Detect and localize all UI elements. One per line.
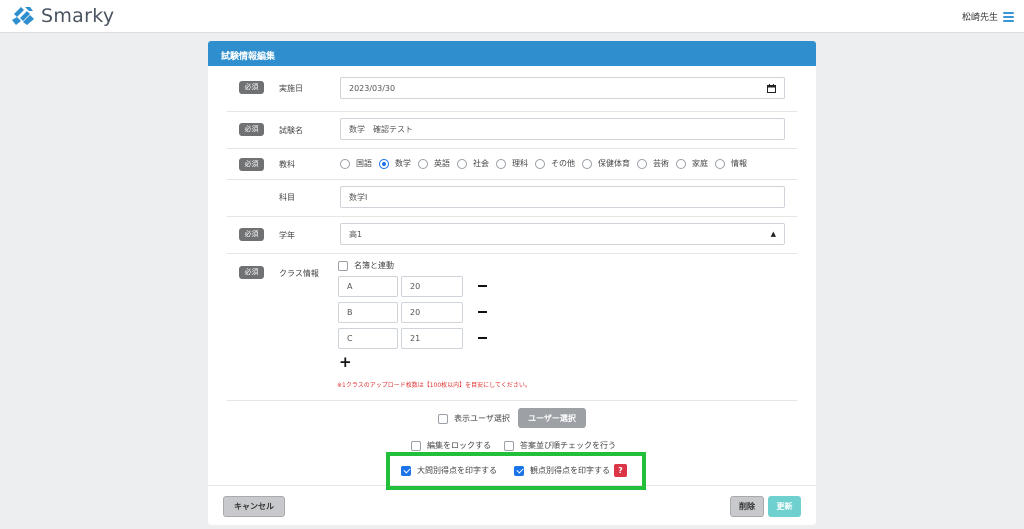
card-title: 試験情報編集 xyxy=(208,41,816,66)
subject-option-rika[interactable]: 理科 xyxy=(496,158,528,169)
subject-label: 教科 xyxy=(279,160,295,169)
lock-edit-checkbox[interactable] xyxy=(411,440,421,451)
calendar-icon[interactable] xyxy=(767,83,776,93)
grade-value: 高1 xyxy=(349,229,363,239)
radio-button[interactable] xyxy=(379,158,389,169)
required-badge: 必須 xyxy=(239,123,264,136)
course-label: 科目 xyxy=(279,193,295,202)
date-value: 2023/03/30 xyxy=(349,83,396,93)
answer-order-check-option[interactable]: 答案並び順チェックを行う xyxy=(504,440,616,451)
radio-button[interactable] xyxy=(535,158,545,169)
required-badge: 必須 xyxy=(239,266,264,279)
class-info-label: クラス情報 xyxy=(279,269,319,278)
subject-option-sonota[interactable]: その他 xyxy=(535,158,575,169)
display-user-select-option[interactable]: 表示ユーザ選択 xyxy=(438,413,510,424)
exam-name-label: 試験名 xyxy=(279,126,303,135)
remove-class-icon[interactable] xyxy=(478,337,487,339)
course-row: 科目 数学Ⅰ xyxy=(227,180,797,217)
update-button[interactable]: 更新 xyxy=(768,496,801,517)
radio-button[interactable] xyxy=(715,158,725,169)
subject-option-eigo[interactable]: 英語 xyxy=(418,158,450,169)
cancel-button[interactable]: キャンセル xyxy=(223,496,285,517)
grade-select[interactable]: 高1 ▲︎ xyxy=(340,223,785,245)
required-badge: 必須 xyxy=(239,158,264,171)
upload-limit-note: ※1クラスのアップロード枚数は【100枚以内】を目安にしてください。 xyxy=(337,382,531,389)
radio-button[interactable] xyxy=(418,158,428,169)
date-label: 実施日 xyxy=(279,84,303,93)
subject-radio-group: 国語 数学 英語 社会 理科 その他 保健体育 芸術 家庭 情報 xyxy=(340,158,754,169)
user-select-button[interactable]: ユーザー選択 xyxy=(518,408,586,428)
radio-button[interactable] xyxy=(496,158,506,169)
grade-label: 学年 xyxy=(279,231,295,240)
hamburger-menu-icon[interactable] xyxy=(1003,11,1014,22)
course-value: 数学Ⅰ xyxy=(349,192,368,202)
exam-name-input[interactable]: 数学 確認テスト xyxy=(340,118,785,140)
link-roster-label: 名簿と連動 xyxy=(354,261,394,270)
subject-option-geijutsu[interactable]: 芸術 xyxy=(637,158,669,169)
subject-option-sugaku[interactable]: 数学 xyxy=(379,158,411,169)
lock-edit-label: 編集をロックする xyxy=(427,441,491,450)
user-name: 松崎先生 xyxy=(961,13,998,23)
date-row: 必須 実施日 2023/03/30 xyxy=(227,71,797,112)
brand-name: Smarky xyxy=(41,5,115,27)
exam-name-value: 数学 確認テスト xyxy=(349,124,413,134)
lock-edit-option[interactable]: 編集をロックする xyxy=(411,440,491,451)
class-name-input[interactable]: B xyxy=(338,302,398,323)
subject-option-joho[interactable]: 情報 xyxy=(715,158,747,169)
radio-button[interactable] xyxy=(457,158,467,169)
link-roster-option[interactable]: 名簿と連動 xyxy=(338,260,394,271)
class-count-input[interactable]: 21 xyxy=(401,328,463,349)
subject-option-katei[interactable]: 家庭 xyxy=(676,158,708,169)
link-roster-checkbox[interactable] xyxy=(338,260,348,271)
select-arrows-icon: ▲︎ xyxy=(770,230,776,238)
display-user-select-checkbox[interactable] xyxy=(438,413,448,424)
radio-button[interactable] xyxy=(637,158,647,169)
class-info-row: 必須 クラス情報 名簿と連動 A 20 B 20 C 21 + ※1クラスのアッ… xyxy=(227,254,797,401)
class-name-input[interactable]: C xyxy=(338,328,398,349)
class-count-input[interactable]: 20 xyxy=(401,276,463,297)
subject-row: 必須 教科 国語 数学 英語 社会 理科 その他 保健体育 芸術 家庭 情報 xyxy=(227,149,797,180)
class-name-input[interactable]: A xyxy=(338,276,398,297)
exam-name-row: 必須 試験名 数学 確認テスト xyxy=(227,112,797,149)
subject-option-kokugo[interactable]: 国語 xyxy=(340,158,372,169)
highlight-box xyxy=(386,452,646,490)
display-user-select-label: 表示ユーザ選択 xyxy=(454,414,510,423)
remove-class-icon[interactable] xyxy=(478,285,487,287)
delete-button[interactable]: 削除 xyxy=(730,496,764,517)
logo[interactable]: Smarky xyxy=(10,5,114,27)
answer-order-check-label: 答案並び順チェックを行う xyxy=(520,441,616,450)
course-input[interactable]: 数学Ⅰ xyxy=(340,186,785,208)
add-class-icon[interactable]: + xyxy=(339,355,352,370)
class-count-input[interactable]: 20 xyxy=(401,302,463,323)
radio-button[interactable] xyxy=(676,158,686,169)
smarky-logo-icon xyxy=(12,7,34,25)
answer-order-check-checkbox[interactable] xyxy=(504,440,514,451)
grade-row: 必須 学年 高1 ▲︎ xyxy=(227,217,797,254)
subject-option-hoken[interactable]: 保健体育 xyxy=(582,158,630,169)
subject-option-shakai[interactable]: 社会 xyxy=(457,158,489,169)
required-badge: 必須 xyxy=(239,228,264,241)
required-badge: 必須 xyxy=(239,81,264,94)
user-menu[interactable]: 松崎先生 xyxy=(962,10,1014,23)
radio-button[interactable] xyxy=(582,158,592,169)
top-bar: Smarky 松崎先生 xyxy=(0,0,1024,33)
radio-button[interactable] xyxy=(340,158,350,169)
date-input[interactable]: 2023/03/30 xyxy=(340,77,785,99)
remove-class-icon[interactable] xyxy=(478,311,487,313)
